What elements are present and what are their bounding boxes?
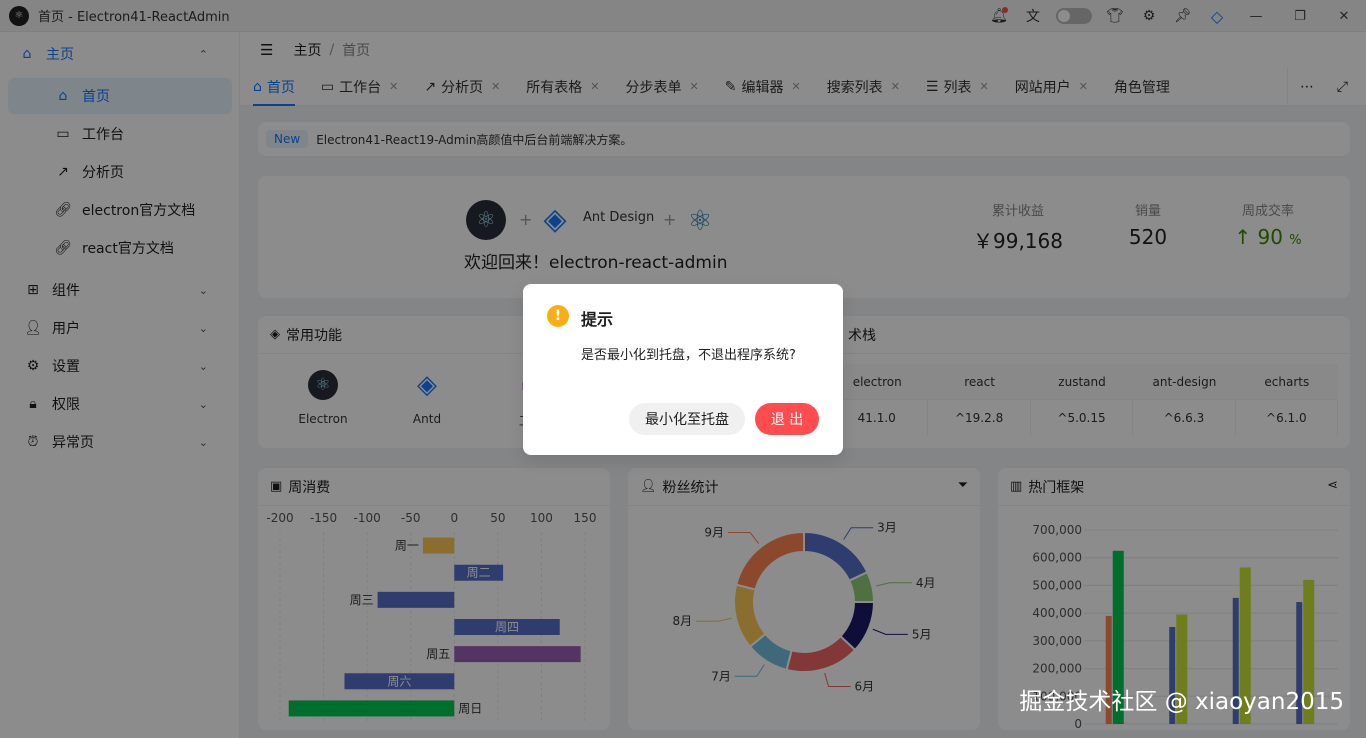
exit-button[interactable]: 退 出 [755, 403, 819, 435]
dialog-content: 是否最小化到托盘，不退出程序系统? [581, 348, 796, 363]
dialog-title: 提示 [581, 310, 614, 329]
watermark-text: 掘金技术社区 @ xiaoyan2015 [1019, 689, 1344, 715]
confirm-dialog: ! 提示 是否最小化到托盘，不退出程序系统? 最小化至托盘 退 出 [523, 284, 843, 455]
minimize-to-tray-button[interactable]: 最小化至托盘 [629, 403, 745, 435]
warning-icon: ! [547, 305, 569, 327]
